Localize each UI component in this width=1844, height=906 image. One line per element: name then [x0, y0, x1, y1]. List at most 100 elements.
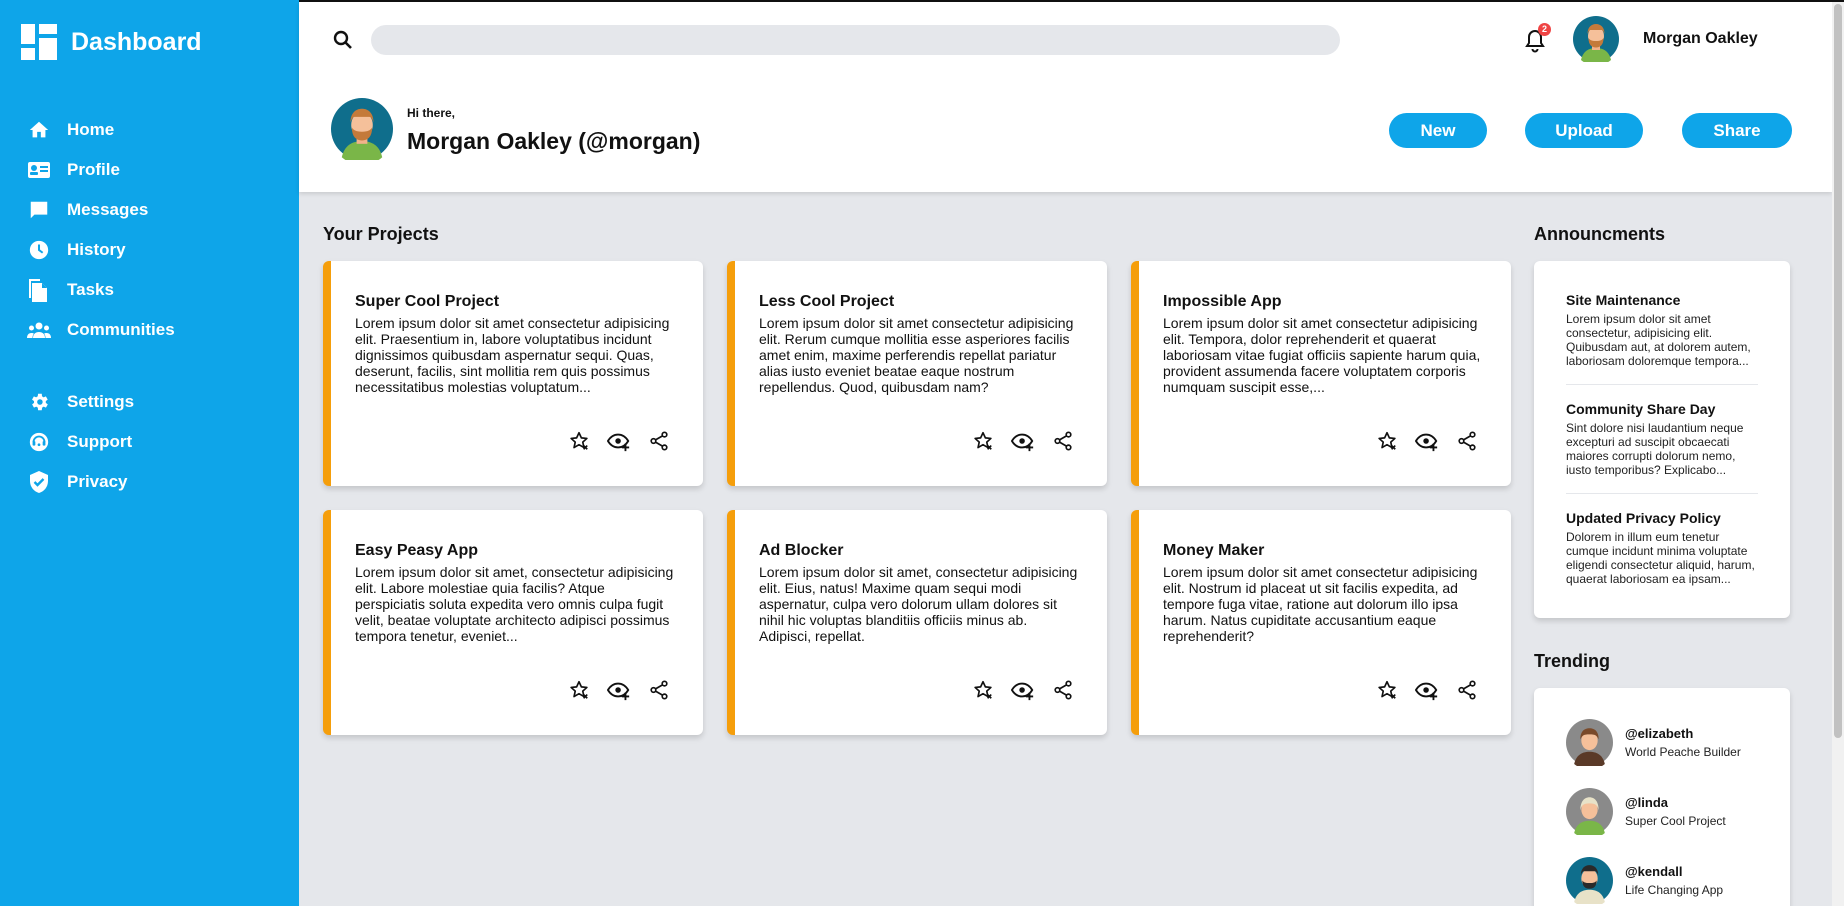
avatar	[1566, 719, 1613, 766]
share-icon[interactable]	[647, 429, 671, 453]
favorite-remove-icon[interactable]	[567, 429, 591, 453]
announcement-title: Site Maintenance	[1566, 292, 1681, 308]
clock-icon	[27, 238, 51, 262]
announcement-text: Dolorem in illum eum tenetur cumque inci…	[1566, 530, 1755, 586]
project-description: Lorem ipsum dolor sit amet, consectetur …	[355, 564, 674, 644]
profile-avatar	[331, 98, 393, 160]
projects-heading: Your Projects	[323, 224, 439, 244]
sidebar-item-label: Tasks	[67, 280, 114, 299]
project-description: Lorem ipsum dolor sit amet consectetur a…	[759, 315, 1074, 395]
share-icon[interactable]	[647, 678, 671, 702]
announcement-text: Sint dolore nisi laudantium neque except…	[1566, 421, 1744, 477]
trending-user[interactable]: @linda Super Cool Project	[1566, 788, 1726, 835]
sidebar-item-privacy[interactable]: Privacy	[27, 462, 287, 502]
favorite-remove-icon[interactable]	[567, 678, 591, 702]
sidebar: Dashboard Home Profile Messages History …	[0, 0, 299, 906]
home-icon	[27, 118, 51, 142]
project-actions	[567, 678, 671, 702]
trending-subtitle: Super Cool Project	[1625, 814, 1726, 828]
announcement-item[interactable]: Community Share Day Sint dolore nisi lau…	[1566, 401, 1758, 477]
search-input[interactable]	[371, 25, 1340, 55]
dashboard-page: Dashboard Home Profile Messages History …	[0, 0, 1844, 906]
sidebar-item-profile[interactable]: Profile	[27, 150, 287, 190]
scrollbar[interactable]	[1832, 2, 1844, 906]
trending-panel: @elizabeth World Peache Builder @linda S…	[1534, 688, 1790, 906]
project-card[interactable]: Less Cool Project Lorem ipsum dolor sit a…	[727, 261, 1107, 486]
project-title: Super Cool Project	[355, 293, 500, 310]
announcement-item[interactable]: Site Maintenance Lorem ipsum dolor sit a…	[1566, 292, 1758, 368]
share-icon[interactable]	[1455, 429, 1479, 453]
project-card[interactable]: Ad Blocker Lorem ipsum dolor sit amet, co…	[727, 510, 1107, 735]
sidebar-item-label: Profile	[67, 160, 120, 179]
project-actions	[567, 429, 671, 453]
sidebar-item-settings[interactable]: Settings	[27, 382, 287, 422]
project-title: Easy Peasy App	[355, 542, 479, 559]
project-actions	[1375, 678, 1479, 702]
header-username[interactable]: Morgan Oakley	[1643, 30, 1758, 48]
scrollbar-thumb[interactable]	[1834, 4, 1842, 738]
watch-add-icon[interactable]	[1011, 429, 1035, 453]
sidebar-item-label: Home	[67, 120, 115, 139]
share-button[interactable]: Share	[1682, 113, 1792, 148]
sidebar-item-home[interactable]: Home	[27, 110, 287, 150]
divider	[1566, 493, 1758, 494]
project-description: Lorem ipsum dolor sit amet, consectetur …	[759, 564, 1078, 644]
watch-add-icon[interactable]	[607, 678, 631, 702]
project-card[interactable]: Impossible App Lorem ipsum dolor sit amet…	[1131, 261, 1511, 486]
project-actions	[971, 678, 1075, 702]
profile-card-icon	[27, 158, 51, 182]
project-title: Ad Blocker	[759, 542, 844, 559]
sidebar-item-tasks[interactable]: Tasks	[27, 270, 287, 310]
sidebar-item-history[interactable]: History	[27, 230, 287, 270]
watch-add-icon[interactable]	[607, 429, 631, 453]
project-card[interactable]: Money Maker Lorem ipsum dolor sit amet co…	[1131, 510, 1511, 735]
project-title: Impossible App	[1163, 293, 1282, 310]
project-card[interactable]: Easy Peasy App Lorem ipsum dolor sit amet…	[323, 510, 703, 735]
watch-add-icon[interactable]	[1415, 678, 1439, 702]
avatar[interactable]	[1573, 16, 1619, 62]
upload-button[interactable]: Upload	[1525, 113, 1643, 148]
user-full-name: Morgan Oakley (@morgan)	[407, 128, 701, 154]
project-card[interactable]: Super Cool Project Lorem ipsum dolor sit …	[323, 261, 703, 486]
sidebar-item-label: History	[67, 240, 126, 259]
announcements-panel: Site Maintenance Lorem ipsum dolor sit a…	[1534, 261, 1790, 618]
brand[interactable]: Dashboard	[21, 24, 202, 60]
notification-badge: 2	[1538, 23, 1551, 36]
trending-subtitle: Life Changing App	[1625, 883, 1724, 897]
search-icon[interactable]	[331, 28, 355, 52]
favorite-remove-icon[interactable]	[1375, 678, 1399, 702]
favorite-remove-icon[interactable]	[971, 678, 995, 702]
trending-handle: @elizabeth	[1625, 726, 1694, 741]
announcement-text: Lorem ipsum dolor sit amet consectetur, …	[1566, 312, 1751, 368]
sidebar-item-messages[interactable]: Messages	[27, 190, 287, 230]
project-description: Lorem ipsum dolor sit amet consectetur a…	[1163, 564, 1478, 644]
favorite-remove-icon[interactable]	[1375, 429, 1399, 453]
sidebar-nav: Home Profile Messages History Tasks Comm…	[27, 110, 287, 502]
announcement-title: Community Share Day	[1566, 401, 1716, 417]
project-title: Money Maker	[1163, 542, 1265, 559]
favorite-remove-icon[interactable]	[971, 429, 995, 453]
project-description: Lorem ipsum dolor sit amet consectetur a…	[1163, 315, 1481, 395]
watch-add-icon[interactable]	[1011, 678, 1035, 702]
share-icon[interactable]	[1051, 678, 1075, 702]
project-actions	[971, 429, 1075, 453]
document-icon	[27, 278, 51, 302]
sidebar-item-communities[interactable]: Communities	[27, 310, 287, 350]
announcement-item[interactable]: Updated Privacy Policy Dolorem in illum …	[1566, 510, 1758, 586]
watch-add-icon[interactable]	[1415, 429, 1439, 453]
sidebar-item-label: Communities	[67, 320, 175, 339]
support-icon	[27, 430, 51, 454]
trending-user[interactable]: @kendall Life Changing App	[1566, 857, 1723, 904]
dashboard-logo-icon	[21, 24, 57, 60]
new-button[interactable]: New	[1389, 113, 1487, 148]
avatar	[1566, 857, 1613, 904]
sidebar-item-support[interactable]: Support	[27, 422, 287, 462]
avatar	[1566, 788, 1613, 835]
sidebar-item-label: Support	[67, 432, 133, 451]
gear-icon	[27, 390, 51, 414]
announcement-title: Updated Privacy Policy	[1566, 510, 1721, 526]
share-icon[interactable]	[1455, 678, 1479, 702]
trending-user[interactable]: @elizabeth World Peache Builder	[1566, 719, 1741, 766]
share-icon[interactable]	[1051, 429, 1075, 453]
